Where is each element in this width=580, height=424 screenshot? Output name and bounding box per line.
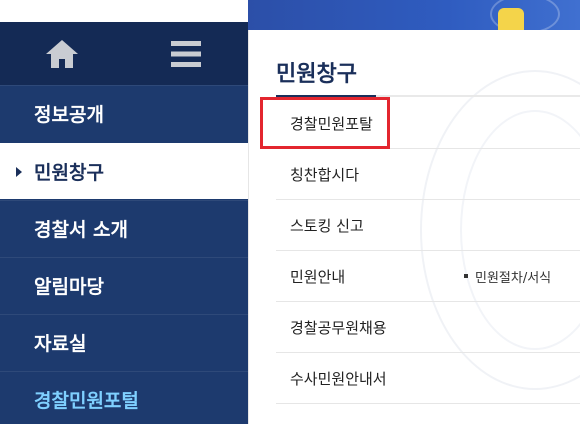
- submenu-item-label: 스토킹 신고: [290, 216, 364, 235]
- sidebar-topbar: [0, 22, 248, 85]
- top-banner: [248, 0, 580, 30]
- sidebar-item-police-portal[interactable]: 경찰민원포털: [0, 371, 248, 424]
- sidebar-item-label: 민원창구: [34, 162, 104, 184]
- home-button[interactable]: [0, 22, 124, 85]
- sidebar: 정보공개 민원창구 경찰서 소개 알림마당 자료실 경찰민원포털: [0, 22, 248, 424]
- top-spacer: [0, 0, 248, 22]
- submenu-item-label: 수사민원안내서: [290, 369, 387, 388]
- submenu-item-label: 민원안내: [290, 267, 346, 286]
- sidebar-item-info-disclosure[interactable]: 정보공개: [0, 85, 248, 141]
- panel-title: 민원창구: [276, 62, 357, 87]
- banner-decoration-yellow: [498, 8, 524, 30]
- sidebar-item-label: 자료실: [34, 333, 87, 355]
- home-icon: [46, 39, 78, 68]
- submenu-item-stalking-report[interactable]: 스토킹 신고: [276, 200, 580, 251]
- title-accent-line: [276, 95, 376, 97]
- sidebar-item-label: 경찰서 소개: [34, 219, 129, 241]
- submenu-item-praise[interactable]: 칭찬합시다: [276, 149, 580, 200]
- submenu-subitem-procedures-forms[interactable]: 민원절차/서식: [464, 267, 551, 286]
- caret-right-icon: [16, 166, 22, 177]
- hamburger-menu-button[interactable]: [124, 22, 248, 85]
- submenu-item-label: 경찰공무원채용: [290, 318, 387, 337]
- submenu-item-label: 칭찬합시다: [290, 165, 360, 184]
- hamburger-menu-icon: [171, 40, 201, 67]
- sidebar-item-notices[interactable]: 알림마당: [0, 257, 248, 313]
- submenu-item-investigation-guide[interactable]: 수사민원안내서: [276, 353, 580, 404]
- submenu-item-label: 경찰민원포탈: [290, 114, 373, 133]
- submenu-panel: 민원창구 경찰민원포탈 칭찬합시다 스토킹 신고 민원안내 민원절차/서식 경찰…: [248, 30, 580, 424]
- sidebar-item-station-intro[interactable]: 경찰서 소개: [0, 200, 248, 256]
- title-divider: [276, 95, 580, 97]
- sidebar-item-label: 정보공개: [34, 104, 104, 126]
- sidebar-item-civil-petition[interactable]: 민원창구: [0, 143, 248, 199]
- submenu-subitem-label: 민원절차/서식: [475, 270, 552, 286]
- submenu-item-civil-guide[interactable]: 민원안내 민원절차/서식: [276, 251, 580, 302]
- sidebar-item-archive[interactable]: 자료실: [0, 314, 248, 370]
- sidebar-item-label: 경찰민원포털: [34, 390, 139, 412]
- sidebar-item-label: 알림마당: [34, 276, 104, 298]
- bullet-icon: [464, 274, 468, 278]
- submenu-item-recruitment[interactable]: 경찰공무원채용: [276, 302, 580, 353]
- submenu-item-police-civil-portal[interactable]: 경찰민원포탈: [276, 98, 580, 149]
